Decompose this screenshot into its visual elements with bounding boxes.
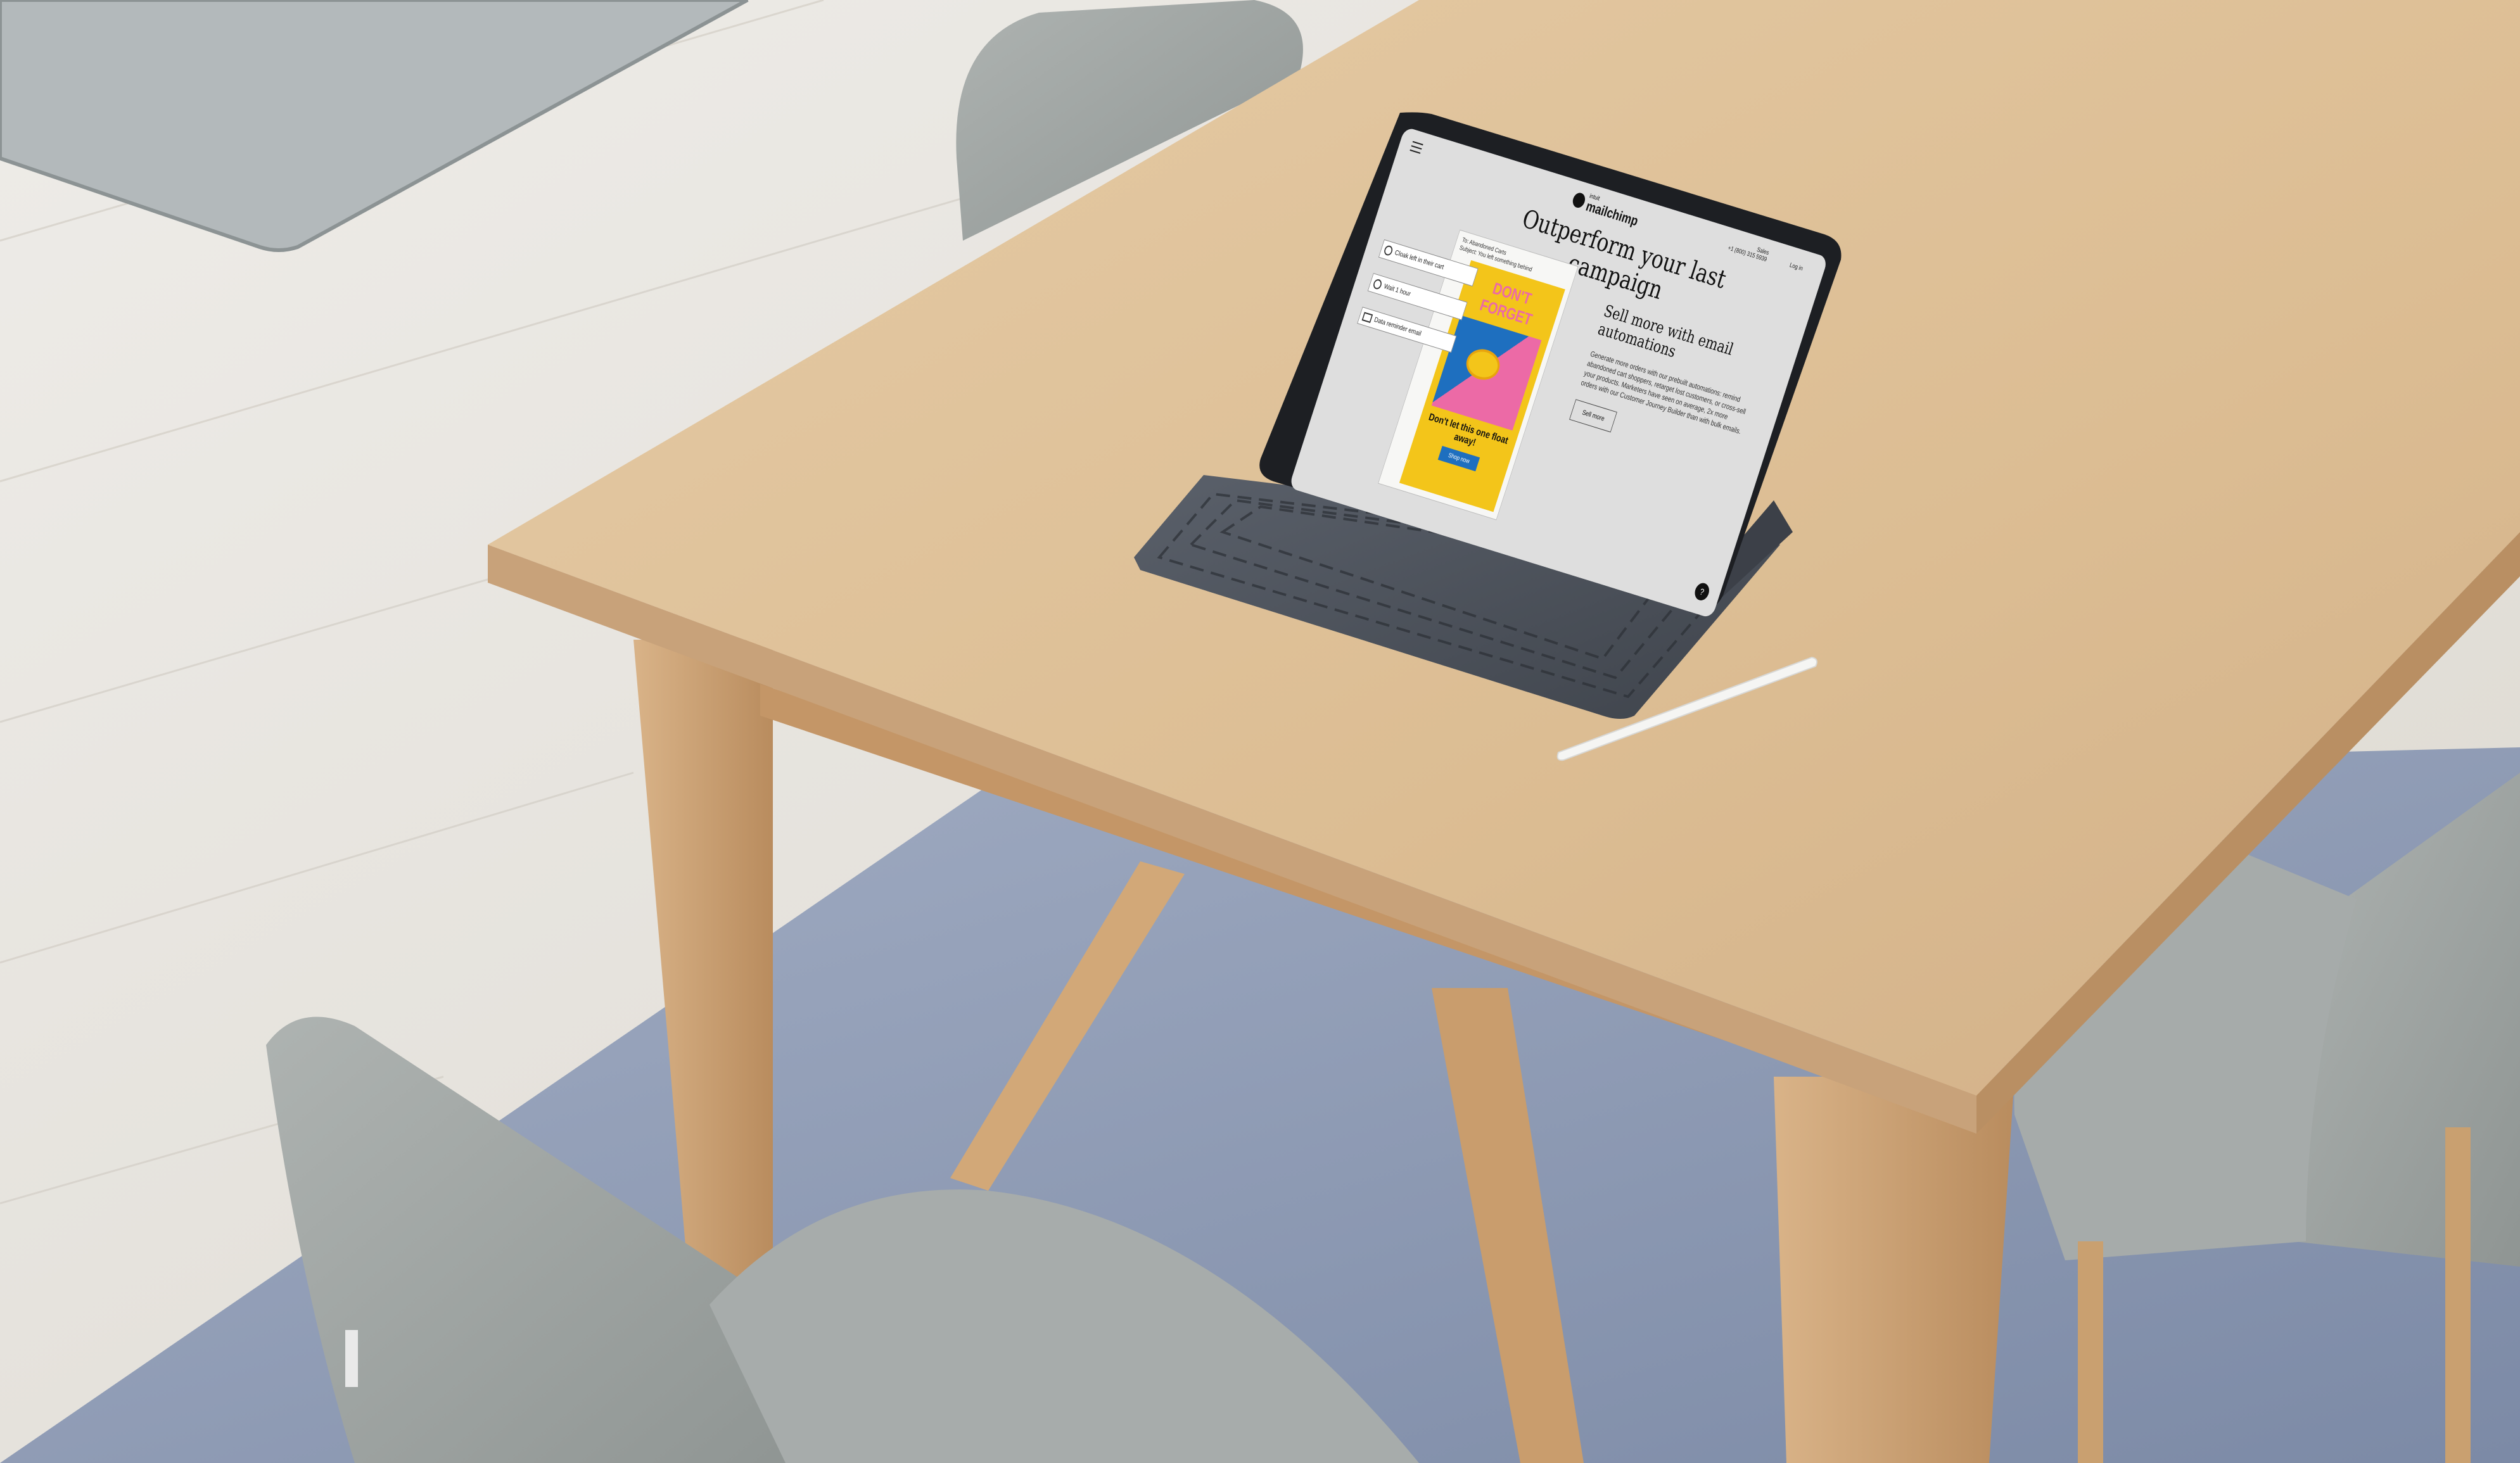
clock-icon — [1372, 278, 1383, 291]
photo-scene — [0, 0, 2520, 1463]
flow-step-label: Wait 1 hour — [1383, 282, 1412, 298]
nav-login[interactable]: Log in — [1789, 262, 1804, 272]
promo-button[interactable]: Shop now — [1437, 445, 1480, 472]
cart-icon — [1383, 244, 1394, 257]
freddie-icon — [1570, 191, 1588, 210]
mail-icon — [1361, 312, 1373, 323]
sell-more-button[interactable]: Sell more — [1569, 399, 1618, 433]
flow-step-label: Cloak left in their cart — [1394, 249, 1445, 272]
help-button[interactable]: ? — [1693, 581, 1712, 602]
menu-icon[interactable] — [1410, 141, 1423, 154]
flow-step-label: Data reminder email — [1373, 316, 1422, 338]
pool-float-icon — [1462, 345, 1504, 384]
nav-sales[interactable]: Sales +1 (800) 315 5939 — [1727, 238, 1770, 263]
